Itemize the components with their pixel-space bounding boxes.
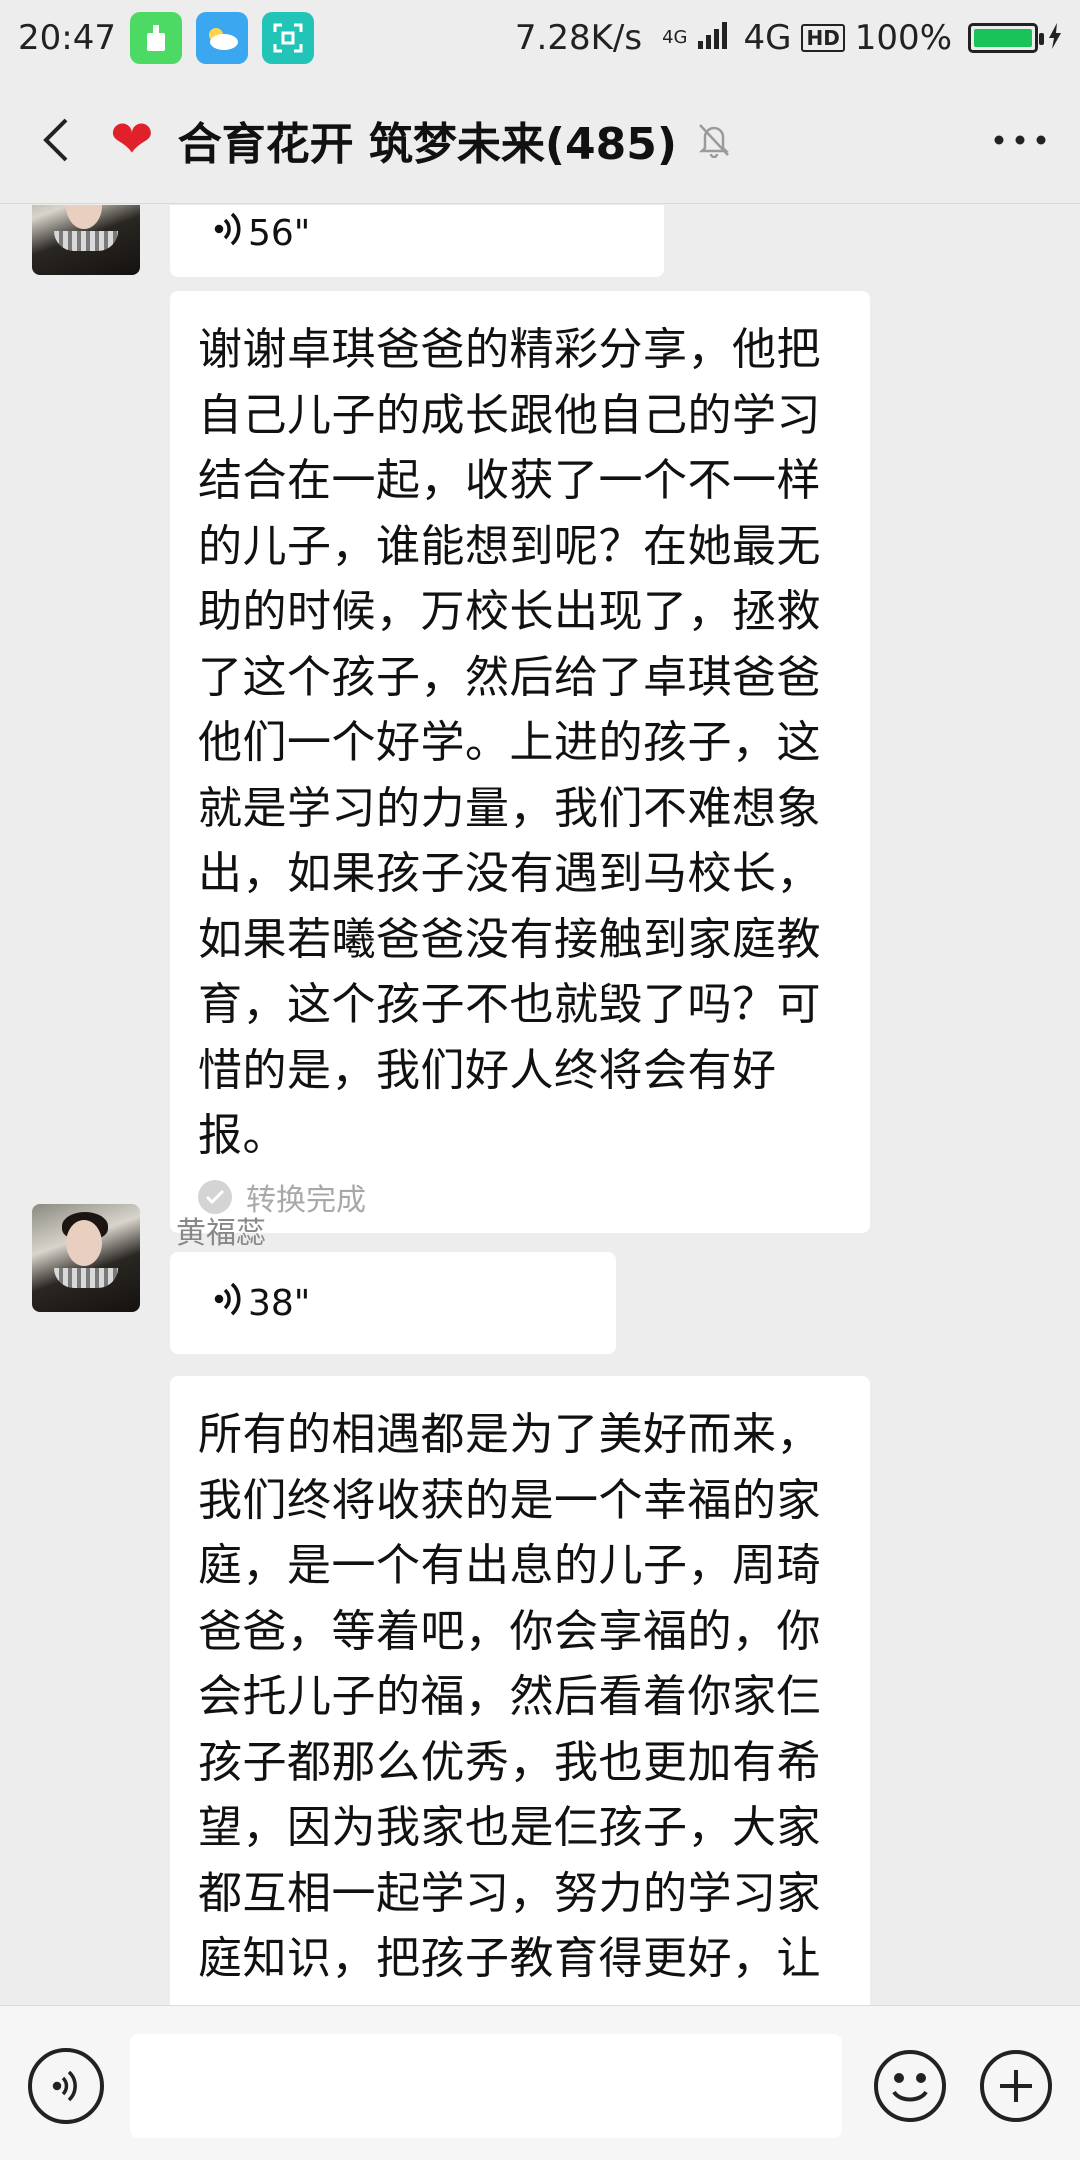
plus-icon — [980, 2050, 1052, 2122]
plus-button[interactable] — [976, 2046, 1056, 2126]
cleaner-icon — [129, 12, 182, 64]
text-message-bubble[interactable]: 所有的相遇都是为了美好而来，我们终将收获的是一个幸福的家庭，是一个有出息的儿子，… — [170, 1376, 870, 2005]
network-type-small: 4G — [662, 27, 688, 48]
message-text: 所有的相遇都是为了美好而来，我们终将收获的是一个幸福的家庭，是一个有出息的儿子，… — [198, 1409, 821, 1984]
emoji-icon — [874, 2050, 946, 2122]
network-type: 4G — [743, 18, 792, 58]
voice-duration: 38" — [248, 1282, 311, 1324]
status-bar: 20:47 7.28K/s 4G 4G HD 100% — [0, 0, 1080, 76]
back-button[interactable] — [0, 76, 110, 204]
sender-name: 黄福蕊 — [176, 1216, 266, 1251]
hd-badge: HD — [801, 24, 845, 52]
heart-icon: ❤ — [110, 109, 154, 170]
signal-icon — [697, 18, 733, 58]
voice-message-bubble[interactable]: 56" — [170, 205, 664, 277]
status-indicators: 7.28K/s 4G 4G HD 100% — [515, 18, 1062, 58]
weather-icon — [195, 12, 248, 64]
chat-area[interactable]: 56" 谢谢卓琪爸爸的精彩分享，他把自己儿子的成长跟他自己的学习结合在一起，收获… — [0, 205, 1080, 2005]
battery-fill — [974, 29, 1032, 47]
voice-mode-button[interactable] — [28, 2048, 104, 2124]
voice-mode-icon — [52, 2070, 77, 2102]
chat-title: 合育花开 筑梦未来(485) — [177, 118, 677, 170]
emoji-button[interactable] — [870, 2046, 950, 2126]
voice-message-bubble[interactable]: 38" — [170, 1252, 616, 1354]
voice-playback-icon — [214, 1280, 244, 1327]
battery-percent: 100% — [854, 18, 952, 58]
more-icon — [994, 135, 1046, 144]
mute-bell-icon — [697, 122, 731, 158]
battery-icon — [968, 23, 1044, 53]
scan-icon — [261, 12, 314, 64]
avatar[interactable] — [32, 205, 140, 275]
chat-header: ❤ 合育花开 筑梦未来(485) — [0, 76, 1080, 204]
text-message-bubble[interactable]: 谢谢卓琪爸爸的精彩分享，他把自己儿子的成长跟他自己的学习结合在一起，收获了一个不… — [170, 291, 870, 1233]
avatar[interactable] — [32, 1204, 140, 1312]
message-text: 谢谢卓琪爸爸的精彩分享，他把自己儿子的成长跟他自己的学习结合在一起，收获了一个不… — [198, 324, 821, 1161]
charging-icon — [1048, 18, 1062, 58]
more-button[interactable] — [960, 76, 1080, 204]
voice-duration: 56" — [248, 212, 311, 254]
net-speed: 7.28K/s — [514, 18, 643, 58]
conversion-status: 转换完成 — [198, 1169, 844, 1233]
message-input[interactable] — [130, 2034, 842, 2138]
voice-playback-icon — [214, 210, 244, 257]
back-arrow-icon — [43, 118, 68, 161]
input-bar — [0, 2005, 1080, 2160]
status-time: 20:47 — [18, 18, 116, 58]
